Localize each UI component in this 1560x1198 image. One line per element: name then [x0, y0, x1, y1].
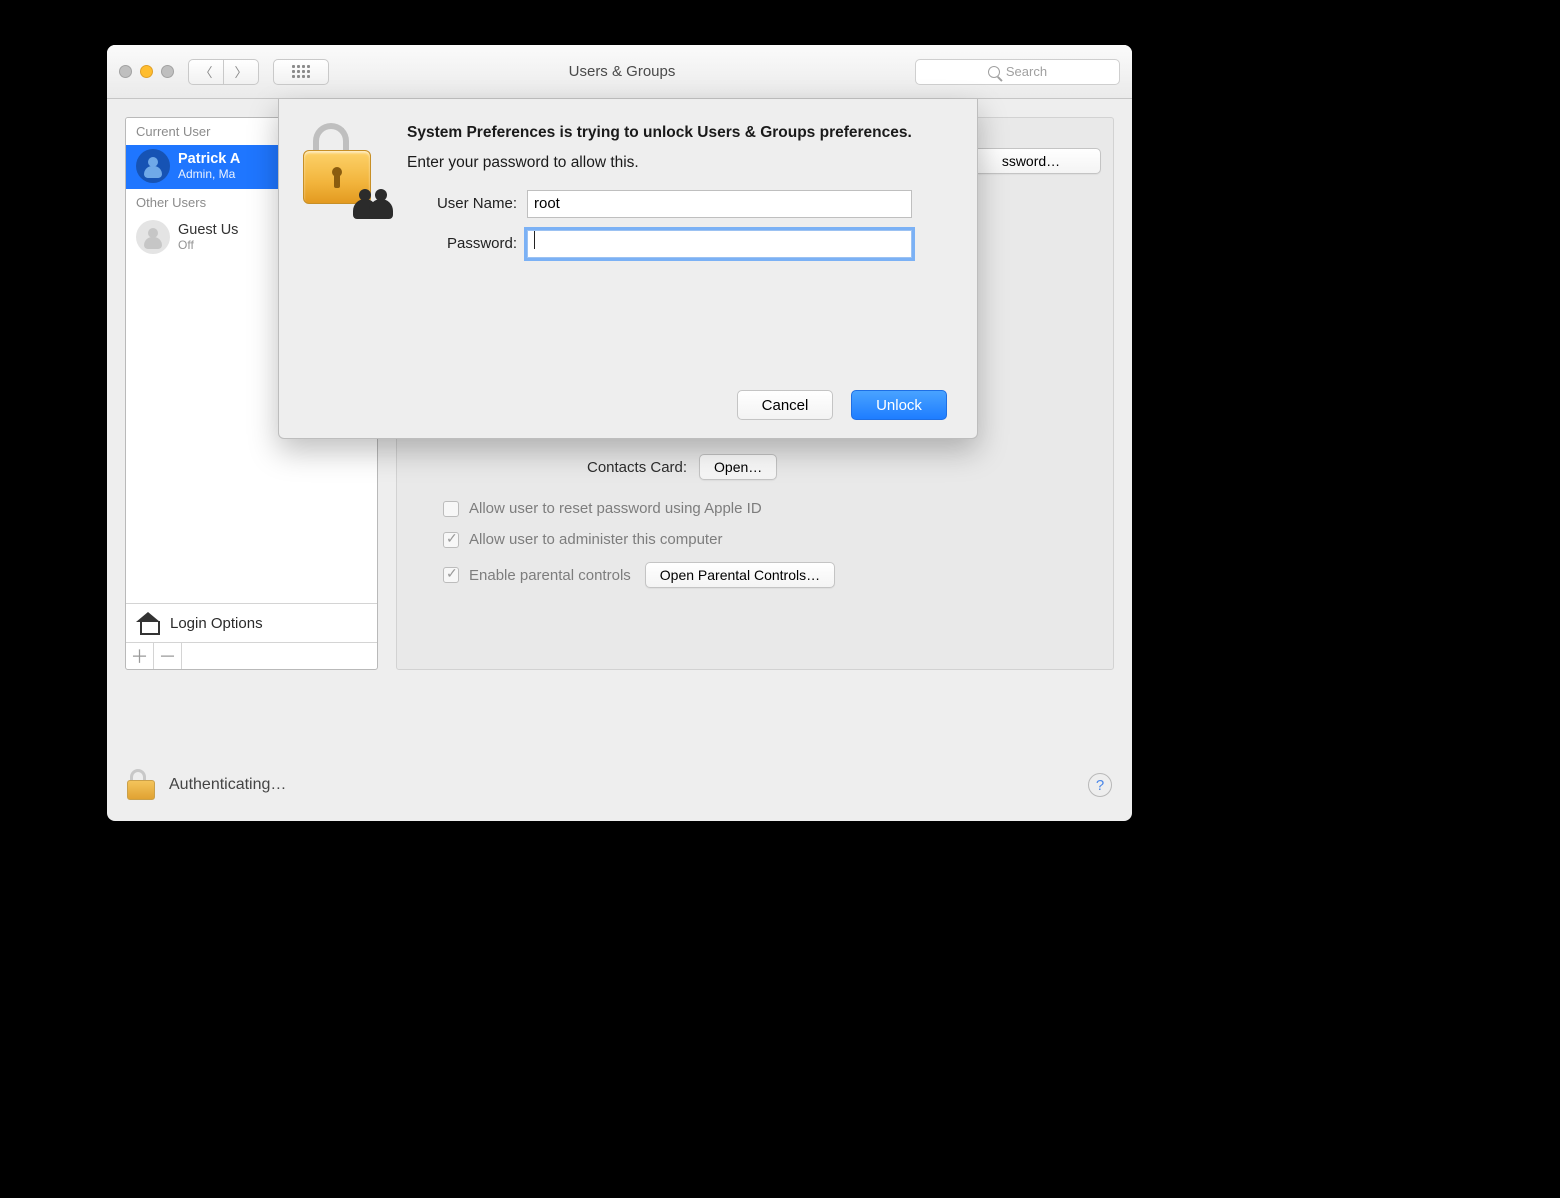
username-input[interactable]: [527, 190, 912, 218]
zoom-window-button[interactable]: [161, 65, 174, 78]
window-title: Users & Groups: [343, 63, 901, 80]
preferences-window: 〈 〉 Users & Groups Search Current User: [107, 45, 1132, 821]
checkbox-icon: [443, 532, 459, 548]
help-icon: ?: [1096, 777, 1104, 794]
password-input[interactable]: [527, 230, 912, 258]
help-button[interactable]: ?: [1088, 773, 1112, 797]
checkbox-administer[interactable]: Allow user to administer this computer: [443, 531, 835, 548]
checkbox-label: Enable parental controls: [469, 567, 631, 584]
checkbox-label: Allow user to reset password using Apple…: [469, 500, 762, 517]
open-parental-controls-button[interactable]: Open Parental Controls…: [645, 562, 835, 588]
search-placeholder: Search: [1006, 64, 1047, 79]
chevron-left-icon: 〈: [199, 62, 212, 81]
user-name: Patrick A: [178, 151, 240, 167]
checkbox-icon: [443, 501, 459, 517]
lock-icon[interactable]: [127, 769, 155, 801]
open-contacts-button[interactable]: Open…: [699, 454, 777, 480]
contacts-card-row: Contacts Card: Open…: [587, 454, 777, 480]
password-label: Password:: [407, 235, 517, 252]
back-button[interactable]: 〈: [188, 59, 224, 85]
user-name: Guest Us: [178, 222, 238, 238]
add-user-button[interactable]: ＋: [126, 643, 154, 669]
lock-footer: Authenticating… ?: [127, 769, 1112, 801]
username-label: User Name:: [407, 195, 517, 212]
grid-icon: [292, 65, 310, 78]
add-remove-bar: ＋ －: [126, 642, 377, 669]
nav-back-forward: 〈 〉: [188, 59, 259, 85]
dialog-subheading: Enter your password to allow this.: [407, 154, 912, 172]
lock-users-icon: [303, 123, 387, 215]
cancel-button[interactable]: Cancel: [737, 390, 833, 420]
text-cursor: [534, 231, 535, 249]
forward-button[interactable]: 〉: [223, 59, 259, 85]
login-options-button[interactable]: Login Options: [126, 603, 377, 642]
auth-dialog: System Preferences is trying to unlock U…: [278, 99, 978, 439]
checkbox-reset-apple-id[interactable]: Allow user to reset password using Apple…: [443, 500, 835, 517]
user-options: Allow user to reset password using Apple…: [443, 500, 835, 588]
checkbox-label: Allow user to administer this computer: [469, 531, 722, 548]
remove-user-button[interactable]: －: [154, 643, 182, 669]
avatar-icon: [136, 149, 170, 183]
user-subtitle: Off: [178, 238, 238, 252]
avatar-icon: [136, 220, 170, 254]
window-controls: [119, 65, 174, 78]
contacts-card-label: Contacts Card:: [587, 459, 687, 476]
search-icon: [988, 66, 1000, 78]
search-field[interactable]: Search: [915, 59, 1120, 85]
dialog-message: System Preferences is trying to unlock U…: [407, 123, 912, 270]
unlock-button[interactable]: Unlock: [851, 390, 947, 420]
minimize-window-button[interactable]: [140, 65, 153, 78]
checkbox-icon: [443, 567, 459, 583]
lock-status-text: Authenticating…: [169, 776, 286, 794]
close-window-button[interactable]: [119, 65, 132, 78]
window-body: Current User Patrick A Admin, Ma Other U…: [107, 99, 1132, 821]
login-options-label: Login Options: [170, 615, 263, 632]
change-password-button[interactable]: ssword…: [961, 148, 1101, 174]
titlebar: 〈 〉 Users & Groups Search: [107, 45, 1132, 99]
checkbox-parental-controls[interactable]: Enable parental controls: [443, 567, 631, 584]
show-all-button[interactable]: [273, 59, 329, 85]
chevron-right-icon: 〉: [234, 62, 247, 81]
dialog-heading: System Preferences is trying to unlock U…: [407, 123, 912, 144]
home-icon: [136, 612, 160, 634]
user-subtitle: Admin, Ma: [178, 167, 240, 181]
